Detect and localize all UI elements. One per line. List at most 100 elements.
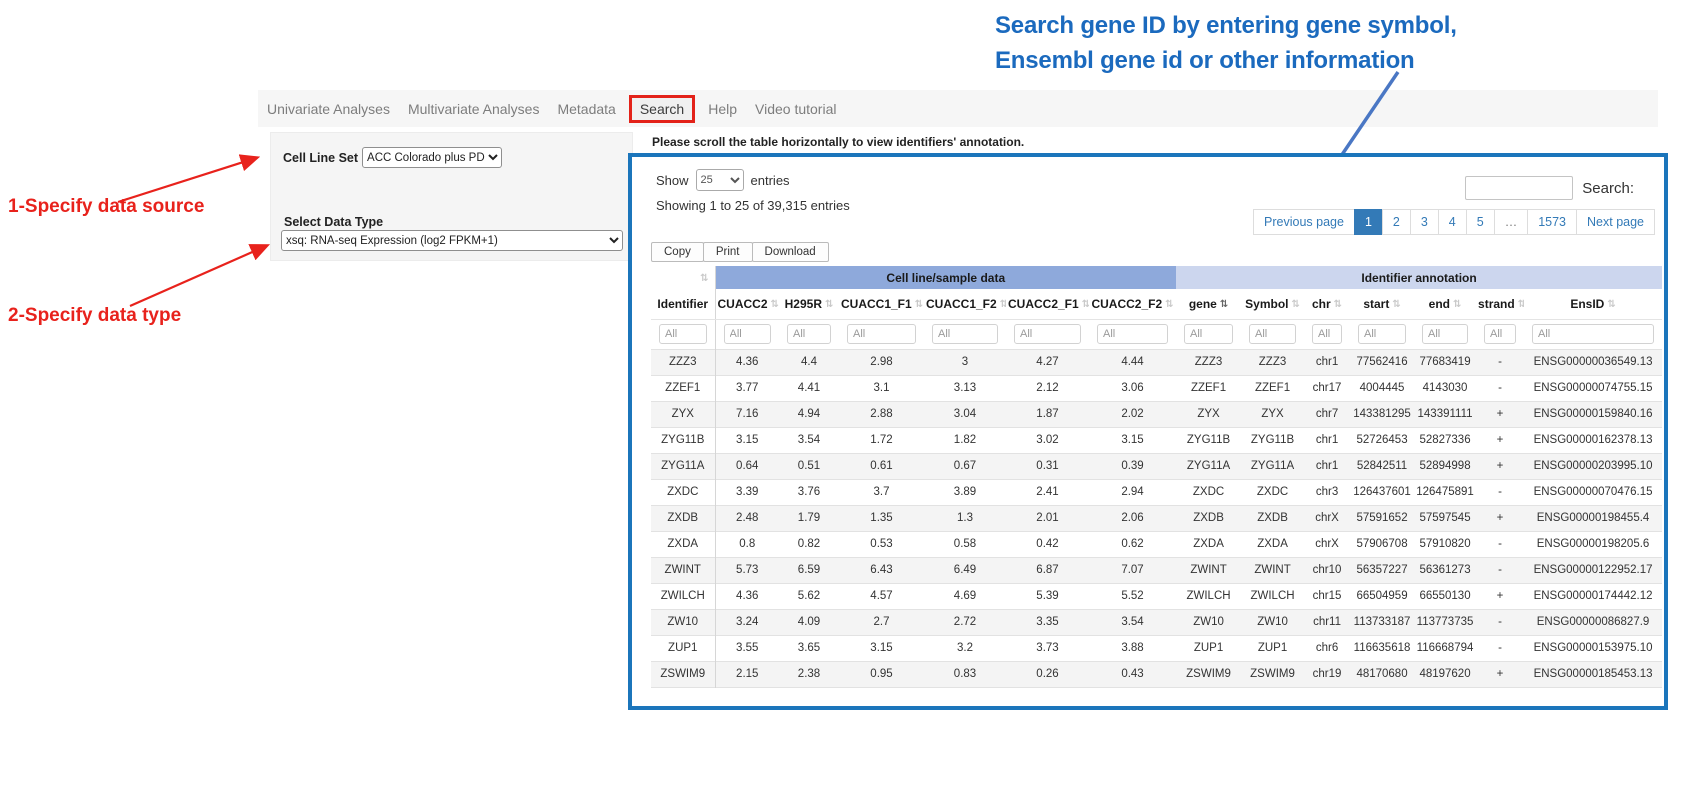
cell-chr: chr1 [1304, 453, 1350, 479]
cell-cuacc1-f2: 3.04 [924, 401, 1006, 427]
pagination-page-1573[interactable]: 1573 [1527, 209, 1577, 235]
cell-symbol: ZYG11A [1241, 453, 1304, 479]
column-header-chr[interactable]: chr⇅ [1304, 289, 1350, 319]
cell-chr: chr3 [1304, 479, 1350, 505]
pagination-page-1[interactable]: 1 [1354, 209, 1383, 235]
cell-cuacc2-f2: 0.62 [1089, 531, 1176, 557]
filter-cell-ensid [1524, 319, 1662, 349]
cell-strand: - [1476, 557, 1524, 583]
data-type-select[interactable]: xsq: RNA-seq Expression (log2 FPKM+1) [281, 230, 623, 251]
cell-identifier: ZYG11A [651, 453, 715, 479]
filter-input-start[interactable] [1358, 324, 1406, 344]
column-header-start[interactable]: start⇅ [1350, 289, 1414, 319]
sort-icon-ensid[interactable]: ⇅ [1607, 299, 1615, 310]
cell-cuacc2-f1: 0.31 [1006, 453, 1089, 479]
filter-input-ensid[interactable] [1532, 324, 1654, 344]
filter-row [651, 319, 1662, 349]
show-label: Show [656, 173, 689, 188]
cell-cuacc2: 3.55 [715, 635, 779, 661]
sort-icon-cuacc1-f1[interactable]: ⇅ [915, 299, 923, 310]
cell-symbol: ZXDA [1241, 531, 1304, 557]
filter-input-strand[interactable] [1484, 324, 1516, 344]
cell-strand: - [1476, 349, 1524, 375]
filter-input-gene[interactable] [1184, 324, 1233, 344]
column-label-chr: chr [1312, 297, 1331, 311]
cell-cuacc1-f1: 0.53 [839, 531, 924, 557]
sort-icon-cuacc2-f1[interactable]: ⇅ [1082, 299, 1089, 310]
filter-input-symbol[interactable] [1249, 324, 1296, 344]
filter-input-end[interactable] [1422, 324, 1468, 344]
cell-cuacc2: 2.15 [715, 661, 779, 687]
page-length-select[interactable]: 25 [696, 169, 744, 191]
cell-strand: + [1476, 401, 1524, 427]
cell-identifier: ZSWIM9 [651, 661, 715, 687]
column-header-end[interactable]: end⇅ [1414, 289, 1476, 319]
cell-cuacc2-f2: 0.39 [1089, 453, 1176, 479]
column-header-symbol[interactable]: Symbol⇅ [1241, 289, 1304, 319]
nav-item-video-tutorial[interactable]: Video tutorial [746, 97, 845, 121]
nav-item-search[interactable]: Search [629, 95, 695, 123]
sort-icon-symbol[interactable]: ⇅ [1292, 299, 1300, 310]
export-print-button[interactable]: Print [703, 242, 753, 262]
filter-input-identifier[interactable] [659, 324, 707, 344]
column-header-cuacc2-f1[interactable]: CUACC2_F1⇅ [1006, 289, 1089, 319]
pagination-page-5[interactable]: 5 [1466, 209, 1495, 235]
filter-input-cuacc2[interactable] [724, 324, 772, 344]
sort-icon-end[interactable]: ⇅ [1453, 299, 1461, 310]
cell-cuacc2-f2: 2.02 [1089, 401, 1176, 427]
export-download-button[interactable]: Download [752, 242, 829, 262]
export-copy-button[interactable]: Copy [651, 242, 704, 262]
cell-chr: chr7 [1304, 401, 1350, 427]
nav-item-multivariate-analyses[interactable]: Multivariate Analyses [399, 97, 549, 121]
filter-input-cuacc2-f1[interactable] [1014, 324, 1081, 344]
filter-input-cuacc2-f2[interactable] [1097, 324, 1168, 344]
cell-identifier: ZWILCH [651, 583, 715, 609]
column-header-cuacc1-f2[interactable]: CUACC1_F2⇅ [924, 289, 1006, 319]
sort-icon-cuacc1-f2[interactable]: ⇅ [1000, 299, 1006, 310]
cell-ensid: ENSG00000174442.12 [1524, 583, 1662, 609]
filter-input-cuacc1-f1[interactable] [847, 324, 916, 344]
cell-cuacc2-f1: 0.26 [1006, 661, 1089, 687]
cell-start: 48170680 [1350, 661, 1414, 687]
cell-cuacc2: 3.15 [715, 427, 779, 453]
filter-input-h295r[interactable] [787, 324, 831, 344]
column-header-gene[interactable]: gene⇅ [1176, 289, 1241, 319]
cell-end: 143391111 [1414, 401, 1476, 427]
cell-h295r: 4.09 [779, 609, 839, 635]
nav-item-metadata[interactable]: Metadata [548, 97, 624, 121]
sort-icon-strand[interactable]: ⇅ [1518, 299, 1524, 310]
cell-cuacc1-f2: 0.67 [924, 453, 1006, 479]
column-header-cuacc2[interactable]: CUACC2⇅ [715, 289, 779, 319]
cell-line-set-select[interactable]: ACC Colorado plus PDX [362, 147, 502, 168]
column-header-cuacc1-f1[interactable]: CUACC1_F1⇅ [839, 289, 924, 319]
nav-item-help[interactable]: Help [699, 97, 746, 121]
pagination-next-button[interactable]: Next page [1576, 209, 1655, 235]
export-buttons: CopyPrintDownload [652, 242, 829, 262]
sort-icon-cuacc2-f2[interactable]: ⇅ [1165, 299, 1173, 310]
column-header-strand[interactable]: strand⇅ [1476, 289, 1524, 319]
search-input[interactable] [1465, 176, 1573, 200]
filter-input-cuacc1-f2[interactable] [932, 324, 998, 344]
sort-icon-start[interactable]: ⇅ [1392, 299, 1400, 310]
sort-icon-chr[interactable]: ⇅ [1334, 299, 1342, 310]
pagination-page-3[interactable]: 3 [1410, 209, 1439, 235]
filter-input-chr[interactable] [1312, 324, 1342, 344]
cell-gene: ZXDC [1176, 479, 1241, 505]
column-header-cuacc2-f2[interactable]: CUACC2_F2⇅ [1089, 289, 1176, 319]
pagination-page-4[interactable]: 4 [1438, 209, 1467, 235]
sort-icon-cuacc2[interactable]: ⇅ [771, 299, 779, 310]
column-header-ensid[interactable]: EnsID⇅ [1524, 289, 1662, 319]
cell-cuacc2-f2: 4.44 [1089, 349, 1176, 375]
cell-cuacc2: 4.36 [715, 349, 779, 375]
identifier-sort-icon[interactable]: ⇅ [700, 273, 708, 284]
pagination-previous-button[interactable]: Previous page [1253, 209, 1355, 235]
column-header-h295r[interactable]: H295R⇅ [779, 289, 839, 319]
column-header-identifier[interactable]: Identifier [651, 289, 715, 319]
blue-annotation: Search gene ID by entering gene symbol, … [995, 8, 1457, 78]
sort-icon-gene[interactable]: ⇅ [1220, 299, 1228, 310]
cell-end: 56361273 [1414, 557, 1476, 583]
sort-icon-h295r[interactable]: ⇅ [825, 299, 833, 310]
nav-item-univariate-analyses[interactable]: Univariate Analyses [258, 97, 399, 121]
cell-strand: + [1476, 505, 1524, 531]
pagination-page-2[interactable]: 2 [1382, 209, 1411, 235]
